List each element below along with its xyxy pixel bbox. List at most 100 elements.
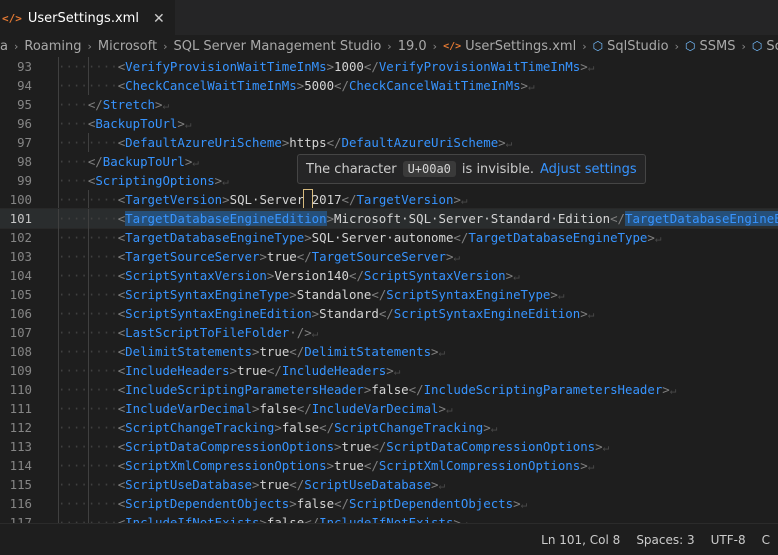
tooltip-codepoint: U+00a0	[402, 161, 456, 177]
indent-guide	[58, 285, 59, 304]
line-break-icon: ↵	[505, 137, 513, 150]
breadcrumb-item[interactable]: › ⬡ SSMS	[669, 39, 736, 54]
xml-text-value: true	[266, 249, 297, 264]
xml-text-value: Version140	[274, 268, 349, 283]
code-line[interactable]: 93 ········<VerifyProvisionWaitTimeInMs>1…	[0, 57, 778, 76]
line-number: 99	[17, 173, 32, 188]
code-content: ········<TargetDatabaseEngineEdition>Mic…	[58, 209, 778, 229]
indent-guide	[87, 209, 89, 228]
code-line[interactable]: 111 ········<IncludeVarDecimal>false</Inc…	[0, 399, 778, 418]
xml-tag-name: IncludeVarDecimal	[125, 401, 252, 416]
xml-tag-name: BackupToUrl	[102, 154, 185, 169]
code-line[interactable]: 109 ········<IncludeHeaders>true</Include…	[0, 361, 778, 380]
code-line[interactable]: 102 ········<TargetDatabaseEngineType>SQL…	[0, 228, 778, 247]
breadcrumb-item[interactable]: › ⬡ScriptingOptio	[735, 39, 778, 54]
code-content: ········<ScriptUseDatabase>true</ScriptU…	[58, 475, 445, 495]
code-line[interactable]: 112 ········<ScriptChangeTracking>false</…	[0, 418, 778, 437]
breadcrumb-label: SSMS	[699, 38, 736, 54]
breadcrumb-item[interactable]: › </> UserSettings.xml	[427, 39, 577, 54]
breadcrumb-item[interactable]: › ⬡ SqlStudio	[576, 39, 668, 54]
line-break-icon: ↵	[587, 61, 595, 74]
line-number: 104	[9, 268, 32, 283]
close-icon[interactable]: ✕	[153, 11, 165, 27]
indent-guide	[87, 190, 89, 209]
xml-tag-name: TargetDatabaseEngineEdition	[624, 211, 778, 226]
invisible-character-highlight[interactable]	[303, 189, 313, 210]
xml-tag-name: IncludeIfNotExists	[125, 515, 260, 523]
code-line[interactable]: 108 ········<DelimitStatements>true</Deli…	[0, 342, 778, 361]
indent-guide	[58, 399, 59, 418]
line-number: 101	[9, 211, 32, 226]
code-line[interactable]: 95 ····</Stretch>↵	[0, 95, 778, 114]
xml-tag-name: IncludeVarDecimal	[311, 401, 439, 416]
code-line[interactable]: 97 ········<DefaultAzureUriScheme>https</…	[0, 133, 778, 152]
file-encoding[interactable]: UTF-8	[703, 533, 754, 547]
cursor-position[interactable]: Ln 101, Col 8	[533, 533, 628, 547]
line-break-icon: ↵	[602, 441, 610, 454]
breadcrumb-item[interactable]: › Roaming	[8, 39, 82, 54]
breadcrumb-item[interactable]: › Microsoft	[82, 39, 158, 54]
xml-text-value: false	[281, 420, 320, 435]
code-line[interactable]: 110 ········<IncludeScriptingParametersHe…	[0, 380, 778, 399]
code-line[interactable]: 104 ········<ScriptSyntaxVersion>Version1…	[0, 266, 778, 285]
indent-guide	[58, 494, 59, 513]
line-break-icon: ↵	[460, 194, 468, 207]
xml-element-icon: ⬡	[685, 39, 696, 53]
code-line[interactable]: 103 ········<TargetSourceServer>true</Tar…	[0, 247, 778, 266]
xml-tag-name: IncludeHeaders	[281, 363, 387, 378]
indent-guide	[58, 76, 59, 95]
line-number: 109	[9, 363, 32, 378]
code-content: ········<CheckCancelWaitTimeInMs>5000</C…	[58, 76, 535, 96]
xml-tag-name: ScriptSyntaxEngineType	[386, 287, 551, 302]
adjust-settings-link[interactable]: Adjust settings	[540, 162, 637, 177]
line-break-icon: ↵	[438, 346, 446, 359]
line-break-icon: ↵	[438, 479, 446, 492]
xml-tag-name: ScriptSyntaxEngineEdition	[393, 306, 581, 321]
tab-usersettings-xml[interactable]: </> UserSettings.xml ✕	[0, 0, 175, 36]
code-line[interactable]: 106 ········<ScriptSyntaxEngineEdition>St…	[0, 304, 778, 323]
breadcrumb-item[interactable]: › 19.0	[381, 39, 426, 54]
code-line[interactable]: 96 ····<BackupToUrl>↵	[0, 114, 778, 133]
xml-tag-name: LastScriptToFileFolder	[125, 325, 290, 340]
code-line[interactable]: 94 ········<CheckCancelWaitTimeInMs>5000<…	[0, 76, 778, 95]
breadcrumb-label: Roaming	[24, 38, 82, 54]
xml-tag-name: DefaultAzureUriScheme	[125, 135, 282, 150]
xml-tag-name: ScriptUseDatabase	[125, 477, 252, 492]
code-editor[interactable]: 93 ········<VerifyProvisionWaitTimeInMs>1…	[0, 57, 778, 523]
breadcrumb-label: 19.0	[397, 38, 427, 54]
code-line[interactable]: 116 ········<ScriptDependentObjects>false…	[0, 494, 778, 513]
line-ending[interactable]: C	[754, 533, 778, 547]
indent-guide	[58, 437, 59, 456]
xml-tag-name: TargetSourceServer	[311, 249, 446, 264]
code-content: ····<ScriptingOptions>↵	[58, 173, 229, 188]
xml-tag-name: TargetVersion	[125, 192, 223, 207]
breadcrumb-item[interactable]: a	[0, 39, 8, 54]
indent-guide	[58, 57, 59, 76]
xml-text-value: false	[371, 382, 409, 397]
indent-guide	[58, 266, 59, 285]
line-number: 96	[17, 116, 32, 131]
code-line[interactable]: 114 ········<ScriptXmlCompressionOptions>…	[0, 456, 778, 475]
indent-guide	[87, 456, 89, 475]
breadcrumb: a › Roaming › Microsoft › SQL Server Managemen…	[0, 35, 778, 57]
breadcrumb-label: SQL Server Management Studio	[173, 38, 382, 54]
code-line[interactable]: 105 ········<ScriptSyntaxEngineType>Stand…	[0, 285, 778, 304]
indentation-setting[interactable]: Spaces: 3	[628, 533, 702, 547]
chevron-right-icon: ›	[13, 39, 19, 53]
code-line[interactable]: 100 ········<TargetVersion>SQL·Server 201…	[0, 189, 778, 210]
code-line[interactable]: 115 ········<ScriptUseDatabase>true</Scri…	[0, 475, 778, 494]
indent-guide	[87, 437, 89, 456]
code-line[interactable]: 117 ········<IncludeIfNotExists>false</In…	[0, 513, 778, 523]
breadcrumb-item[interactable]: › SQL Server Management Studio	[157, 39, 381, 54]
code-content: ········<IncludeHeaders>true</IncludeHea…	[58, 361, 400, 381]
code-content: ········<DefaultAzureUriScheme>https</De…	[58, 133, 512, 153]
line-break-icon: ↵	[184, 118, 192, 131]
code-line[interactable]: 101 ········<TargetDatabaseEngineEdition>…	[0, 208, 778, 229]
xml-text-value: Microsoft·SQL·Server·Standard·Edition	[334, 211, 611, 226]
code-content: ········<TargetVersion>SQL·Server 2017</…	[58, 189, 468, 210]
xml-text-value: true	[237, 363, 267, 378]
code-line[interactable]: 107 ········<LastScriptToFileFolder·/>↵	[0, 323, 778, 342]
line-number: 103	[9, 249, 32, 264]
xml-file-icon: </>	[443, 40, 462, 52]
code-line[interactable]: 113 ········<ScriptDataCompressionOptions…	[0, 437, 778, 456]
